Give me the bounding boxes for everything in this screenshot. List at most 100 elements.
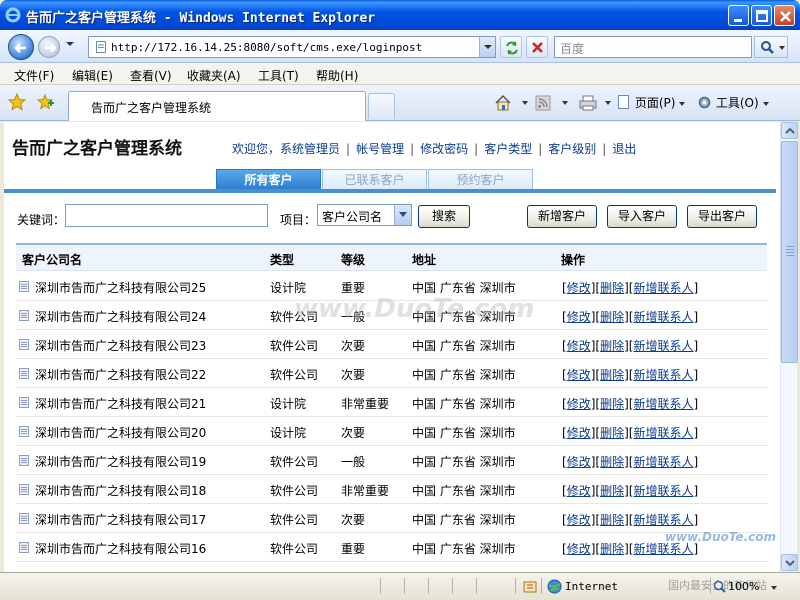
delete-link[interactable]: 删除 — [600, 397, 624, 411]
scroll-down-button[interactable] — [781, 554, 798, 571]
cell-level: 次要 — [341, 368, 366, 382]
keyword-input[interactable] — [65, 204, 268, 227]
logout-link[interactable]: 退出 — [612, 142, 636, 156]
field-select[interactable]: 客户公司名 — [317, 204, 412, 226]
browser-tab-active[interactable]: 告而广之客户管理系统 — [68, 91, 366, 121]
add-contact-link[interactable]: 新增联系人 — [633, 513, 693, 527]
edit-link[interactable]: 修改 — [567, 513, 591, 527]
menu-help[interactable]: 帮助(H) — [316, 67, 358, 84]
add-contact-link[interactable]: 新增联系人 — [633, 368, 693, 382]
cell-company: 深圳市告而广之科技有限公司16 — [35, 542, 207, 556]
refresh-icon — [506, 41, 518, 55]
tab-contacted-customers[interactable]: 已联系客户 — [322, 169, 427, 189]
scroll-up-button[interactable] — [781, 122, 798, 139]
back-button[interactable] — [8, 34, 34, 60]
print-icon[interactable] — [579, 95, 597, 111]
page-menu[interactable]: 页面(P) — [617, 94, 686, 111]
edit-link[interactable]: 修改 — [567, 455, 591, 469]
scroll-thumb[interactable] — [781, 141, 798, 363]
edit-link[interactable]: 修改 — [567, 368, 591, 382]
menu-edit[interactable]: 编辑(E) — [72, 67, 113, 84]
delete-link[interactable]: 删除 — [600, 426, 624, 440]
address-dropdown-icon[interactable] — [479, 37, 495, 57]
app-title: 告而广之客户管理系统 — [12, 139, 182, 159]
vertical-scrollbar[interactable] — [780, 122, 798, 572]
close-button[interactable] — [774, 5, 795, 26]
address-bar[interactable]: http://172.16.14.25:8080/soft/cms.exe/lo… — [88, 36, 496, 58]
minimize-button[interactable] — [728, 5, 749, 26]
cell-address: 中国 广东省 深圳市 — [412, 426, 516, 440]
add-contact-link[interactable]: 新增联系人 — [633, 397, 693, 411]
print-dropdown-icon[interactable] — [605, 101, 611, 105]
refresh-button[interactable] — [500, 36, 522, 58]
delete-link[interactable]: 删除 — [600, 455, 624, 469]
document-icon — [19, 542, 29, 553]
title-bar[interactable]: 告而广之客户管理系统 - Windows Internet Explorer — [0, 0, 800, 30]
home-dropdown-icon[interactable] — [522, 101, 528, 105]
delete-link[interactable]: 删除 — [600, 281, 624, 295]
add-contact-link[interactable]: 新增联系人 — [633, 426, 693, 440]
import-customer-button[interactable]: 导入客户 — [607, 205, 677, 228]
edit-link[interactable]: 修改 — [567, 542, 591, 556]
cell-level: 次要 — [341, 339, 366, 353]
welcome-user-link[interactable]: 欢迎您，系统管理员 — [232, 142, 340, 156]
edit-link[interactable]: 修改 — [567, 310, 591, 324]
search-input[interactable]: 百度 — [554, 36, 752, 58]
tools-menu[interactable]: 工具(O) — [697, 94, 769, 111]
edit-link[interactable]: 修改 — [567, 484, 591, 498]
menu-view[interactable]: 查看(V) — [130, 67, 172, 84]
maximize-button[interactable] — [751, 5, 772, 26]
account-manage-link[interactable]: 帐号管理 — [356, 142, 404, 156]
delete-link[interactable]: 删除 — [600, 310, 624, 324]
menu-tools[interactable]: 工具(T) — [258, 67, 299, 84]
edit-link[interactable]: 修改 — [567, 339, 591, 353]
feeds-dropdown-icon[interactable] — [562, 101, 568, 105]
cell-address: 中国 广东省 深圳市 — [412, 397, 516, 411]
add-contact-link[interactable]: 新增联系人 — [633, 542, 693, 556]
edit-link[interactable]: 修改 — [567, 281, 591, 295]
forward-button[interactable] — [38, 36, 60, 58]
new-tab-button[interactable] — [368, 93, 395, 119]
add-customer-button[interactable]: 新增客户 — [527, 205, 597, 228]
table-row: 深圳市告而广之科技有限公司20 设计院 次要 中国 广东省 深圳市 [修改][删除][新… — [16, 417, 767, 446]
zoom-icon[interactable] — [713, 580, 726, 593]
add-contact-link[interactable]: 新增联系人 — [633, 339, 693, 353]
menu-file[interactable]: 文件(F) — [14, 67, 54, 84]
stop-button[interactable] — [526, 36, 548, 58]
document-icon — [19, 484, 29, 495]
add-contact-link[interactable]: 新增联系人 — [633, 281, 693, 295]
delete-link[interactable]: 删除 — [600, 484, 624, 498]
delete-link[interactable]: 删除 — [600, 513, 624, 527]
menu-favorites[interactable]: 收藏夹(A) — [187, 67, 241, 84]
scroll-up-icon — [785, 127, 795, 134]
change-password-link[interactable]: 修改密码 — [420, 142, 468, 156]
home-icon[interactable] — [494, 94, 512, 112]
add-favorite-icon[interactable] — [36, 93, 54, 111]
add-contact-link[interactable]: 新增联系人 — [633, 310, 693, 324]
tab-reserved-customers[interactable]: 预约客户 — [428, 169, 533, 189]
add-contact-link[interactable]: 新增联系人 — [633, 484, 693, 498]
top-links: 欢迎您，系统管理员 | 帐号管理 | 修改密码 | 客户类型 | 客户级别 | 退出 — [232, 140, 636, 157]
table-row: 深圳市告而广之科技有限公司16 软件公司 重要 中国 广东省 深圳市 [修改][删除][… — [16, 533, 767, 562]
history-dropdown-icon[interactable] — [66, 42, 74, 46]
cell-type: 软件公司 — [270, 368, 319, 382]
cell-level: 重要 — [341, 542, 366, 556]
delete-link[interactable]: 删除 — [600, 339, 624, 353]
customer-type-link[interactable]: 客户类型 — [484, 142, 532, 156]
edit-link[interactable]: 修改 — [567, 397, 591, 411]
search-button[interactable] — [754, 36, 788, 58]
export-customer-button[interactable]: 导出客户 — [687, 205, 757, 228]
scroll-grip — [786, 249, 794, 250]
tab-all-customers[interactable]: 所有客户 — [216, 169, 321, 189]
add-contact-link[interactable]: 新增联系人 — [633, 455, 693, 469]
delete-link[interactable]: 删除 — [600, 542, 624, 556]
delete-link[interactable]: 删除 — [600, 368, 624, 382]
customer-level-link[interactable]: 客户级别 — [548, 142, 596, 156]
edit-link[interactable]: 修改 — [567, 426, 591, 440]
feeds-icon[interactable] — [535, 95, 551, 111]
favorites-star-icon[interactable] — [8, 93, 26, 111]
zoom-level[interactable]: 100% — [728, 580, 759, 593]
search-submit-button[interactable]: 搜索 — [418, 205, 470, 228]
cell-actions: [修改][删除][新增联系人] — [562, 368, 699, 382]
zoom-dropdown-icon[interactable] — [771, 586, 777, 590]
